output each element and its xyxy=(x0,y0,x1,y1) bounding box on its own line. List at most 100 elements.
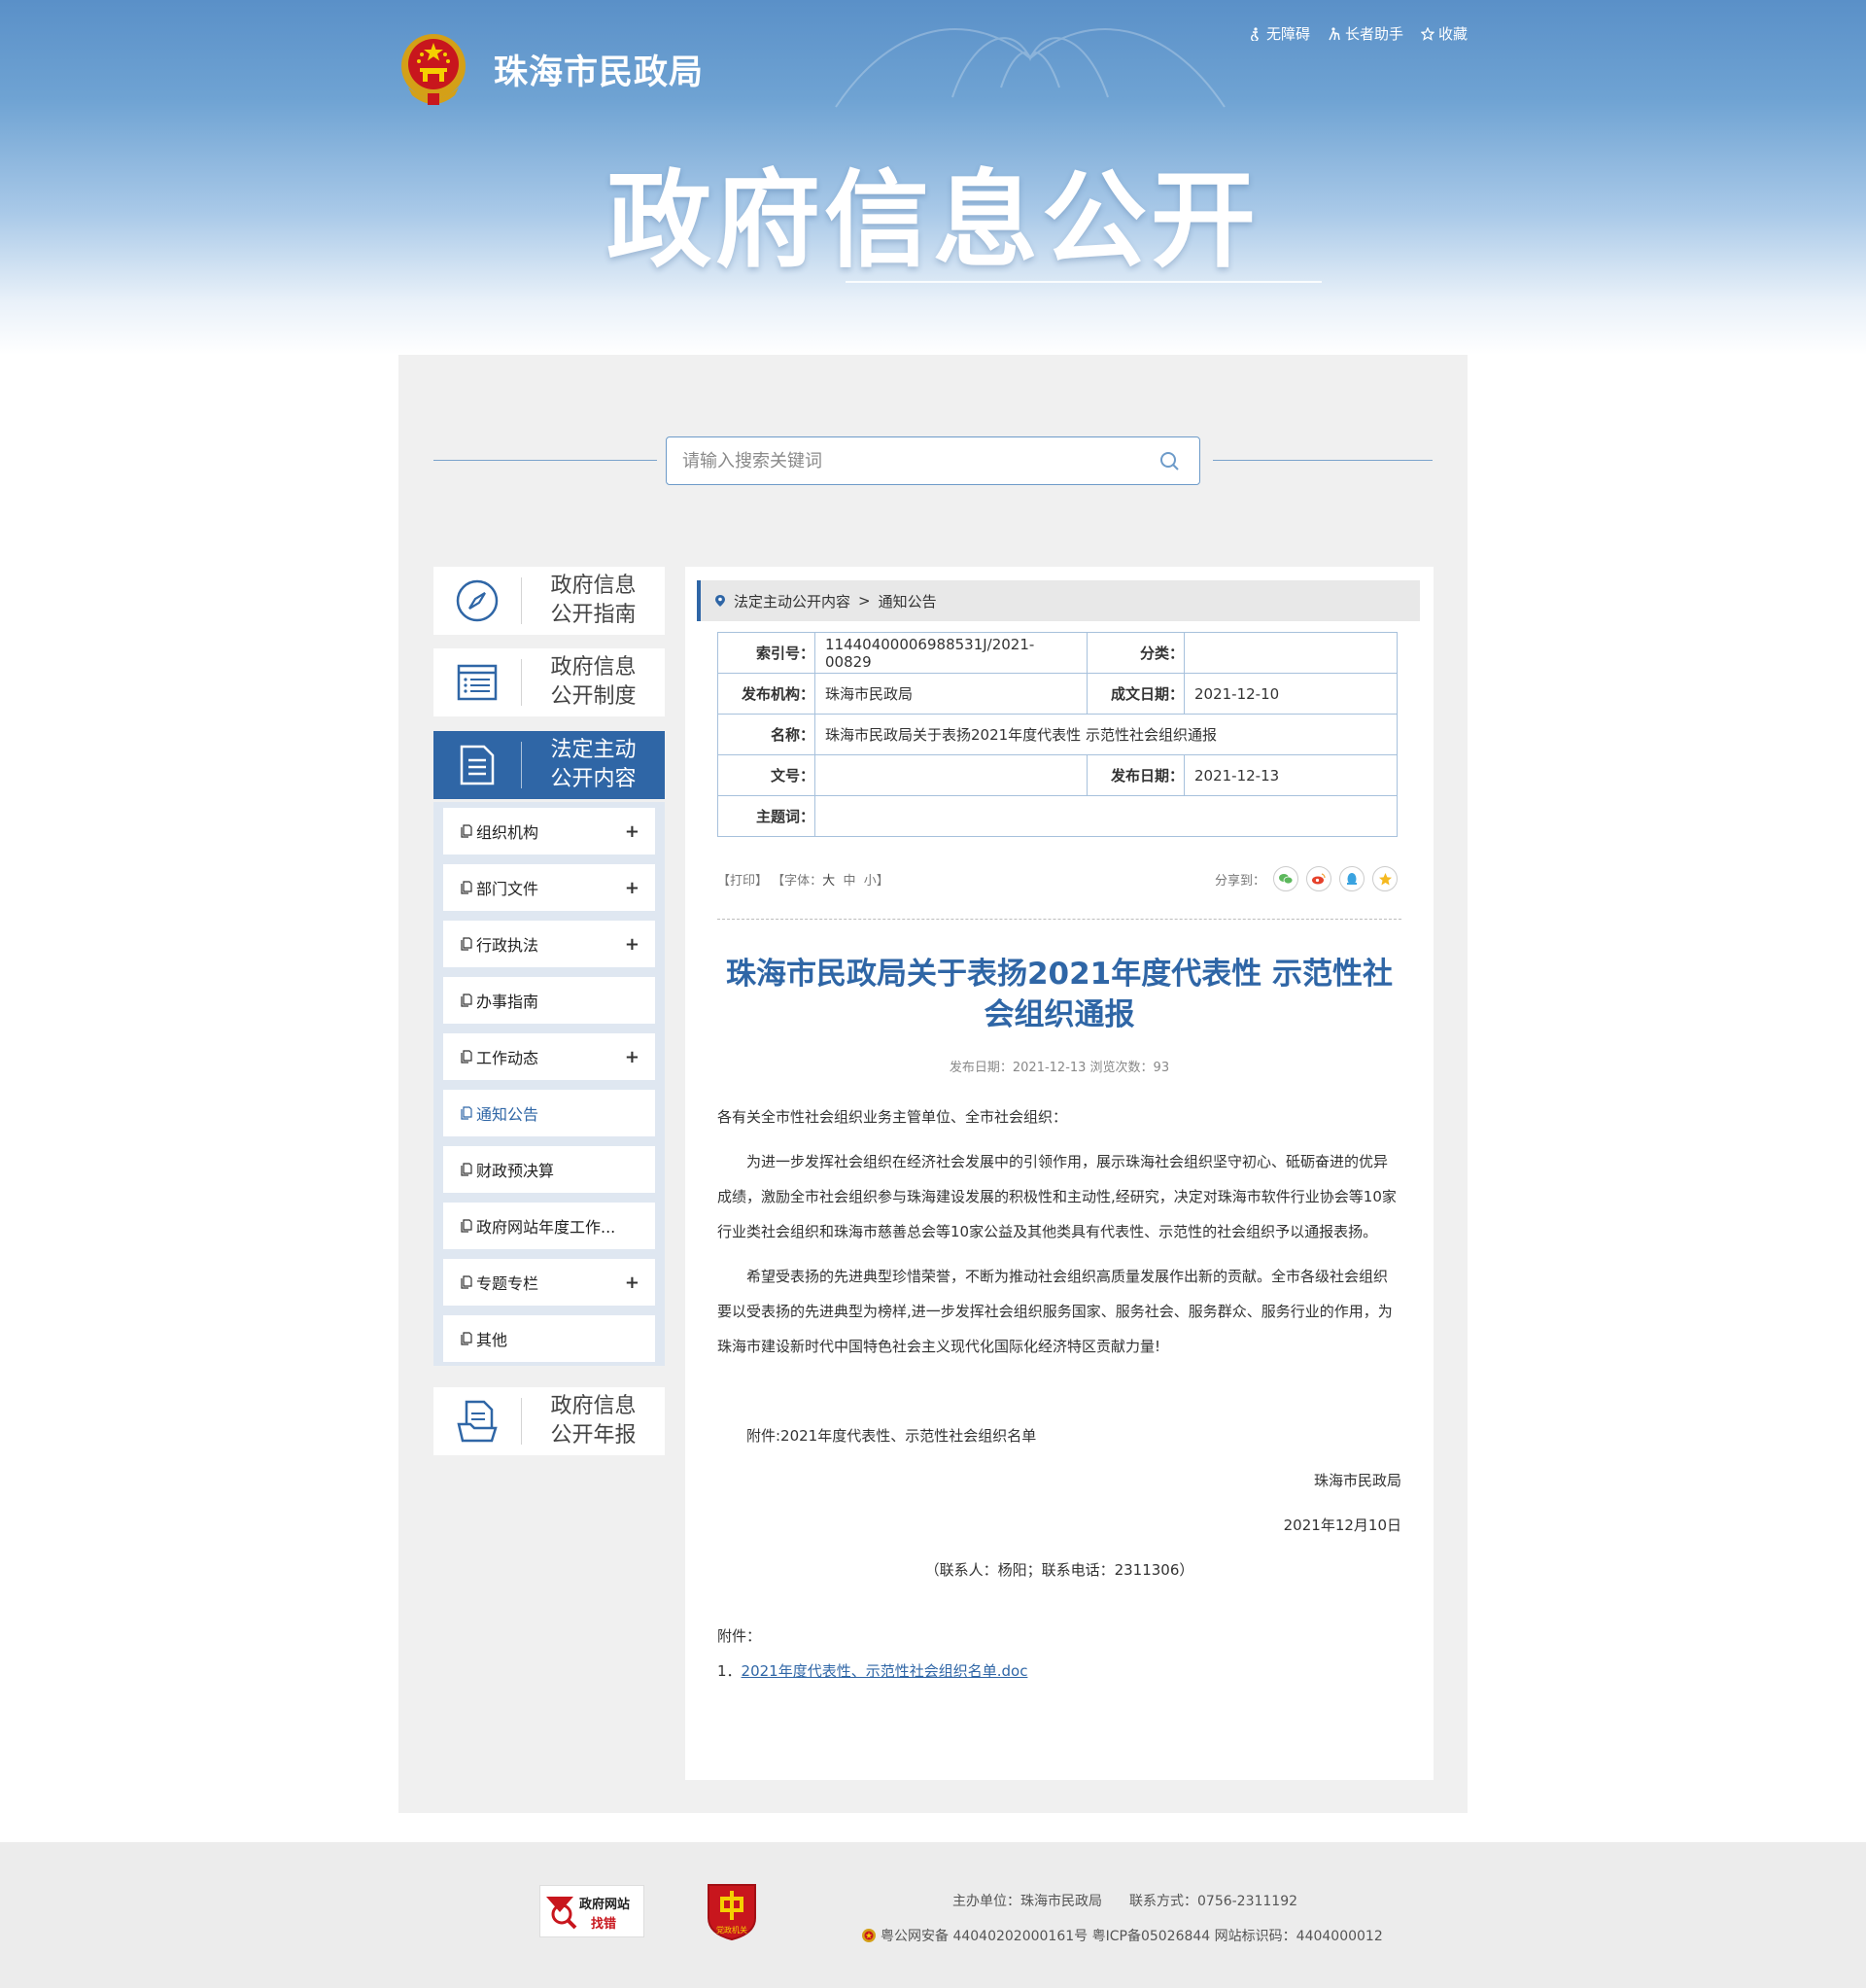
compass-icon xyxy=(456,579,499,622)
file-icon xyxy=(461,937,472,951)
report-icon xyxy=(457,1400,498,1443)
footer-sponsor: 主办单位：珠海市民政局 联系方式：0756-2311192 xyxy=(952,1894,1298,1909)
meta-value xyxy=(814,754,1088,796)
dashed-divider xyxy=(717,919,1401,920)
share-bar: 分享到： xyxy=(1215,866,1398,891)
file-icon xyxy=(461,824,472,838)
submenu-item[interactable]: 其他 xyxy=(443,1315,655,1362)
sidebar-item-statutory[interactable]: 法定主动 公开内容 xyxy=(433,731,665,799)
search-box xyxy=(666,436,1200,485)
sidebar-item-system[interactable]: 政府信息 公开制度 xyxy=(433,648,665,716)
elderly-helper-label: 长者助手 xyxy=(1344,25,1403,43)
attachment-note: 附件:2021年度代表性、示范性社会组织名单 xyxy=(746,1427,1037,1445)
search-divider-right xyxy=(1213,460,1433,461)
sidebar-item-guide[interactable]: 政府信息 公开指南 xyxy=(433,567,665,635)
meta-label: 成文日期： xyxy=(1087,673,1185,715)
paragraph: 希望受表扬的先进典型珍惜荣誉，不断为推动社会组织高质量发展作出新的贡献。全市各级… xyxy=(717,1268,1393,1355)
expand-icon[interactable]: + xyxy=(625,821,639,842)
submenu-item[interactable]: 组织机构 + xyxy=(443,808,655,854)
submenu-item[interactable]: 办事指南 xyxy=(443,977,655,1024)
expand-icon[interactable]: + xyxy=(625,934,639,955)
sidebar-item-label: 法定主动 公开内容 xyxy=(550,738,637,791)
expand-icon[interactable]: + xyxy=(625,878,639,898)
bookmark-label: 收藏 xyxy=(1437,25,1468,43)
gov-site-error-report-badge[interactable]: 政府网站 找错 xyxy=(539,1885,644,1937)
qq-icon[interactable] xyxy=(1339,866,1365,891)
share-label: 分享到： xyxy=(1214,873,1265,889)
signed-date: 2021年12月10日 xyxy=(1283,1517,1401,1534)
meta-label: 分类： xyxy=(1087,632,1185,674)
sidebar-item-label: 政府信息 公开制度 xyxy=(550,655,637,709)
font-large-button[interactable]: 大 xyxy=(822,874,835,889)
meta-value xyxy=(1184,632,1398,674)
paragraph: 为进一步发挥社会组织在经济社会发展中的引领作用，展示珠海社会组织坚守初心、砥砺奋… xyxy=(717,1153,1397,1240)
submenu-item-current[interactable]: 通知公告 xyxy=(443,1090,655,1136)
meta-label: 名称： xyxy=(717,714,815,755)
breadcrumb-link[interactable]: 法定主动公开内容 xyxy=(734,591,850,611)
party-gov-badge[interactable]: 党政机关 xyxy=(705,1881,759,1941)
file-icon xyxy=(461,1163,472,1176)
article-tools: 【打印】 【字体：大 中 小】 分享到： xyxy=(717,866,1398,893)
expand-icon[interactable]: + xyxy=(625,1273,639,1293)
submenu-item[interactable]: 政府网站年度工作... xyxy=(443,1203,655,1249)
submenu-item[interactable]: 部门文件 + xyxy=(443,864,655,911)
wechat-icon[interactable] xyxy=(1273,866,1298,891)
signature: 珠海市民政局 xyxy=(1313,1472,1401,1489)
submenu-item[interactable]: 专题专栏 + xyxy=(443,1259,655,1306)
main-panel: 政府信息公开指南 政府信息公开制度 法定主动公开内容 组织机构+ 部门文件+ 行… xyxy=(398,355,1468,1813)
font-small-button[interactable]: 小 xyxy=(864,874,877,889)
site-name: 珠海市民政局 xyxy=(494,53,705,92)
banner-divider xyxy=(846,281,1322,283)
breadcrumb-current[interactable]: 通知公告 xyxy=(879,591,937,611)
file-icon xyxy=(461,1332,472,1345)
search-divider-left xyxy=(433,460,657,461)
badge-text: 政府网站 xyxy=(579,1898,631,1912)
banner-title: 政府信息公开 xyxy=(605,160,1260,282)
attachment-link[interactable]: 2021年度代表性、示范性社会组织名单.doc xyxy=(742,1662,1028,1680)
search-input[interactable] xyxy=(667,437,1123,484)
list-icon xyxy=(457,664,498,701)
meta-label: 索引号： xyxy=(717,632,815,674)
breadcrumb: 法定主动公开内容 > 通知公告 xyxy=(697,580,1420,621)
meta-label: 发布机构： xyxy=(717,673,815,715)
weibo-icon[interactable] xyxy=(1306,866,1331,891)
search-icon[interactable] xyxy=(1158,450,1182,473)
article-body: 各有关全市性社会组织业务主管单位、全市社会组织： 为进一步发挥社会组织在经济社会… xyxy=(717,1099,1401,1597)
meta-value xyxy=(814,795,1398,837)
article-title: 珠海市民政局关于表扬2021年度代表性 示范性社会组织通报 xyxy=(725,957,1394,1032)
elderly-helper-link[interactable]: 长者助手 xyxy=(1328,23,1403,44)
file-icon xyxy=(461,881,472,894)
police-badge-icon xyxy=(862,1929,876,1942)
meta-label: 发布日期： xyxy=(1087,754,1185,796)
font-suffix: 】 xyxy=(876,874,889,889)
metadata-table: 索引号： 11440400006988531J/2021-00829 分类： 发… xyxy=(717,632,1398,837)
meta-value: 11440400006988531J/2021-00829 xyxy=(814,632,1088,674)
qzone-icon[interactable] xyxy=(1372,866,1398,891)
breadcrumb-separator: > xyxy=(858,592,871,610)
submenu-item[interactable]: 财政预决算 xyxy=(443,1146,655,1193)
footer: 政府网站 找错 党政机关 主办单位：珠海市民政局 联系方式：0756-23111… xyxy=(0,1842,1866,1988)
bookmark-link[interactable]: 收藏 xyxy=(1420,23,1468,44)
article-container: 法定主动公开内容 > 通知公告 索引号： 11440400006988531J/… xyxy=(685,567,1434,1780)
sidebar-item-label: 政府信息 公开指南 xyxy=(550,574,637,627)
magnifier-logo-icon xyxy=(546,1897,577,1930)
file-icon xyxy=(461,994,472,1007)
print-button[interactable]: 【打印】 xyxy=(717,874,768,889)
accessibility-link[interactable]: 无障碍 xyxy=(1249,23,1310,44)
contact-info: （联系人：杨阳；联系电话：2311306） xyxy=(924,1561,1194,1579)
expand-icon[interactable]: + xyxy=(625,1047,639,1067)
article-meta: 发布日期：2021-12-13 浏览次数：93 xyxy=(949,1061,1170,1075)
submenu-item[interactable]: 行政执法 + xyxy=(443,921,655,967)
sidebar-submenu: 组织机构 + 部门文件 + 行政执法 + 办事指南 工作动态 + 通知公告 财政预决算 … xyxy=(433,802,665,1366)
sidebar-item-annual-report[interactable]: 政府信息 公开年报 xyxy=(433,1387,665,1455)
attachments-label: 附件： xyxy=(717,1627,762,1645)
document-icon xyxy=(460,745,495,785)
meta-value: 珠海市民政局关于表扬2021年度代表性 示范性社会组织通报 xyxy=(814,714,1398,755)
meta-value: 珠海市民政局 xyxy=(814,673,1088,715)
location-pin-icon xyxy=(715,595,725,607)
submenu-item[interactable]: 工作动态 + xyxy=(443,1033,655,1080)
salutation: 各有关全市性社会组织业务主管单位、全市社会组织： xyxy=(717,1108,1068,1126)
meta-label: 文号： xyxy=(717,754,815,796)
font-medium-button[interactable]: 中 xyxy=(843,874,855,889)
badge-text: 找错 xyxy=(591,1917,617,1932)
